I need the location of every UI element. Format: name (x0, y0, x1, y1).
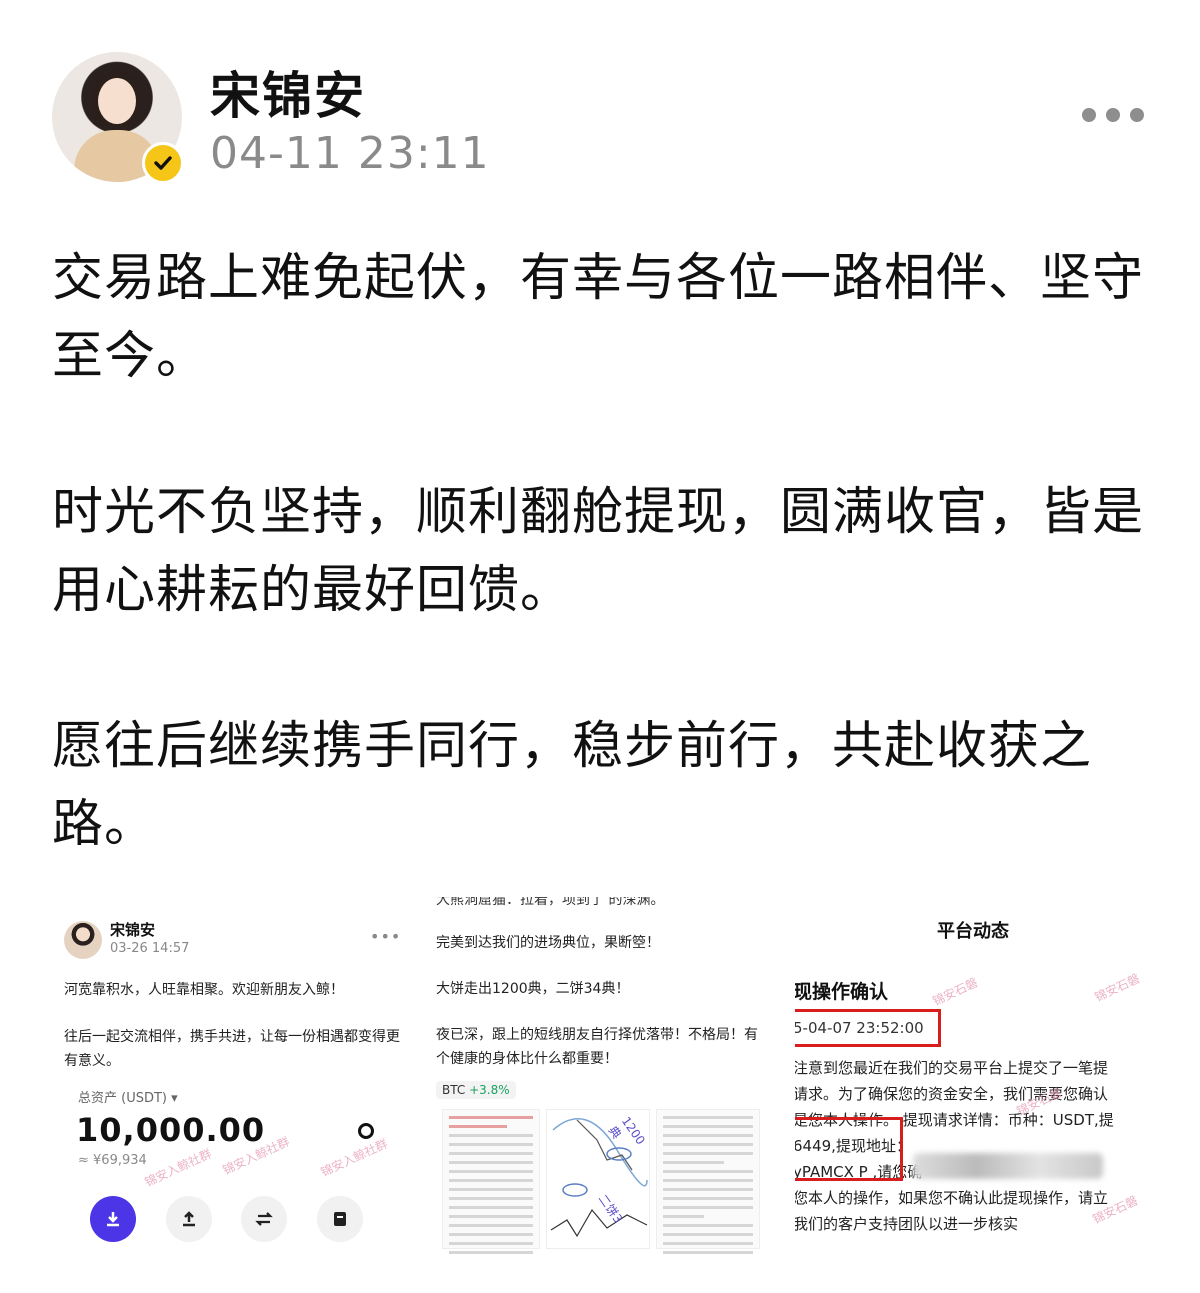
post-paragraph: 交易路上难免起伏，有幸与各位一路相伴、坚守至今。 (52, 249, 1145, 386)
doc-preview (442, 1109, 540, 1254)
author-name[interactable]: 宋锦安 (210, 56, 366, 128)
cut-text-line: 大熊洞窟猫：拉着，项到了 的深渊。 (436, 897, 665, 908)
chart-preview: 1200典 二饼3 (546, 1109, 650, 1249)
mini-text-line: 完美到达我们的进场典位，果断箜！ (436, 935, 660, 951)
coin-change: +3.8% (469, 1083, 510, 1097)
withdraw-icon (166, 1196, 212, 1242)
asset-equivalent: ≈ ¥69,934 (78, 1153, 147, 1168)
highlight-box (795, 1009, 941, 1047)
mini-author-name: 宋锦安 (110, 921, 156, 939)
coin-chip: BTC +3.8% (436, 1081, 516, 1099)
verified-badge-icon (142, 142, 184, 184)
eye-icon (358, 1123, 374, 1139)
mini-text-line: 大饼走出1200典，二饼34典！ (436, 981, 630, 997)
confirm-title: 现操作确认 (795, 981, 889, 1003)
notice-line: 您本人的操作，如果您不确认此提现操作，请立 (795, 1189, 1109, 1207)
redacted-address (913, 1153, 1103, 1179)
mini-post-time: 03-26 14:57 (110, 941, 190, 956)
post-image-2[interactable]: 大熊洞窟猫：拉着，项到了 的深渊。 完美到达我们的进场典位，果断箜！ 大饼走出1… (428, 897, 798, 1255)
coin-symbol: BTC (442, 1083, 466, 1097)
platform-header: 平台动态 (937, 921, 1009, 942)
doc-preview (656, 1109, 760, 1254)
watermark: 锦安石磐 (1092, 971, 1142, 1005)
mini-text-line: 河宽靠积水，人旺靠相聚。欢迎新朋友入鲸！ (64, 982, 344, 998)
post-paragraph: 时光不负坚持，顺利翻舱提现，圆满收官，皆是用心耕耘的最好回馈。 (52, 483, 1145, 620)
transfer-icon (241, 1196, 287, 1242)
record-icon (317, 1196, 363, 1242)
more-horizontal-icon[interactable] (1082, 108, 1144, 122)
mini-text-line: 夜已深，跟上的短线朋友自行择优落带！不格局！有个健康的身体比什么都重要！ (436, 1027, 758, 1067)
post-paragraph: 愿往后继续携手同行，稳步前行，共赴收获之路。 (52, 717, 1093, 854)
mini-avatar (64, 921, 102, 959)
post-body: 交易路上难免起伏，有幸与各位一路相伴、坚守至今。 时光不负坚持，顺利翻舱提现，圆… (52, 240, 1152, 942)
watermark: 锦安石磐 (930, 975, 980, 1009)
notice-line: 我们的客户支持团队以进一步核实 (795, 1215, 1019, 1233)
asset-label: 总资产 (USDT) ▾ (78, 1091, 178, 1106)
mini-more-icon: ••• (370, 927, 402, 946)
post-time: 04-11 23:11 (210, 128, 490, 179)
post-image-3[interactable]: 平台动态 现操作确认 5-04-07 23:52:00 注意到您最近在我们的交易… (795, 897, 1165, 1255)
asset-value: 10,000.00 (76, 1111, 266, 1149)
mini-text-line: 往后一起交流相伴，携手共进，让每一份相遇都变得更有意义。 (64, 1029, 400, 1069)
highlight-box (795, 1117, 903, 1181)
watermark: 锦安入鲸社群 (318, 1136, 390, 1180)
post-image-1[interactable]: 宋锦安 03-26 14:57 ••• 河宽靠积水，人旺靠相聚。欢迎新朋友入鲸！… (52, 897, 422, 1255)
notice-line: 注意到您最近在我们的交易平台上提交了一笔提 (795, 1059, 1109, 1077)
deposit-icon (90, 1196, 136, 1242)
watermark: 锦安入鲸社群 (142, 1146, 214, 1190)
